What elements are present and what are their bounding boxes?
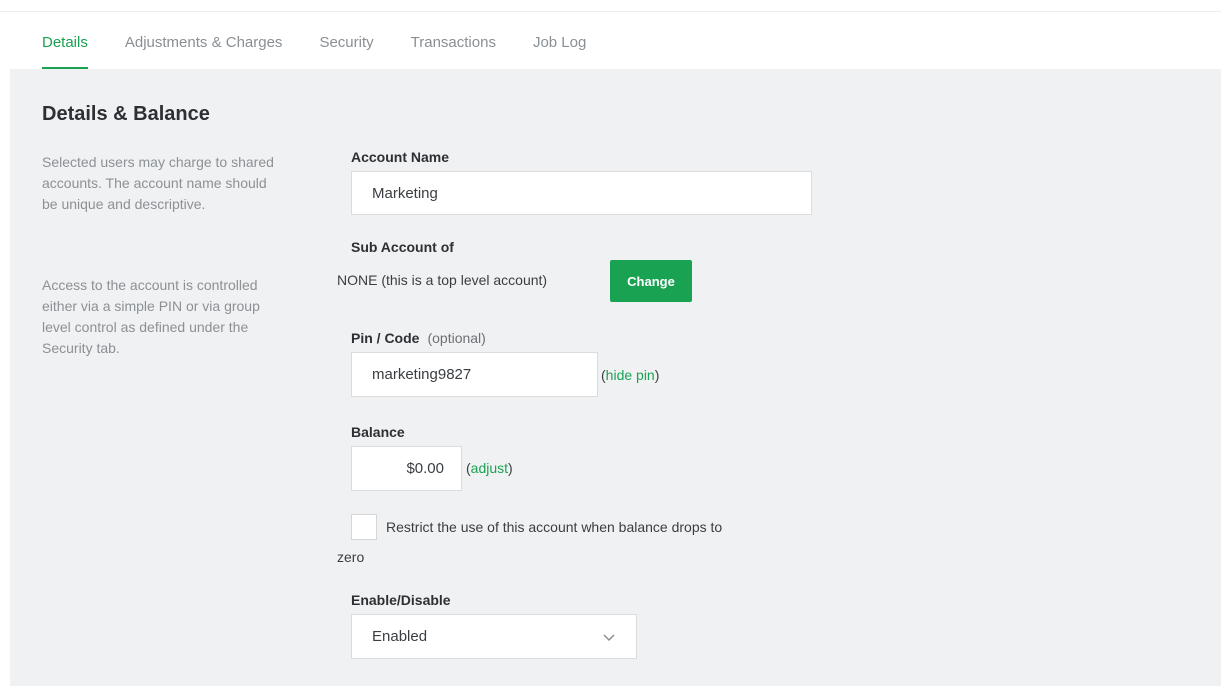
restrict-label: Restrict the use of this account when ba… <box>386 519 723 535</box>
enable-disable-select[interactable]: Enabled <box>351 614 637 659</box>
chevron-down-icon <box>602 632 616 642</box>
enable-disable-label: Enable/Disable <box>351 592 451 608</box>
adjust-wrapper: (adjust) <box>466 460 513 476</box>
sub-account-value: NONE (this is a top level account) <box>337 272 548 288</box>
account-name-label: Account Name <box>351 149 450 165</box>
pin-optional-label: (optional) <box>427 330 486 346</box>
section-description-2: Access to the account is controlled eith… <box>42 277 260 356</box>
pin-value: marketing9827 <box>372 366 472 383</box>
pin-input[interactable]: marketing9827 <box>351 352 598 397</box>
restrict-label-cont: zero <box>337 549 365 565</box>
tab-job-log[interactable]: Job Log <box>533 30 586 70</box>
change-button[interactable]: Change <box>610 260 692 302</box>
section-description-1: Selected users may charge to shared acco… <box>42 154 274 212</box>
account-name-value: Marketing <box>372 184 438 202</box>
adjust-paren-close: ) <box>508 460 513 476</box>
pin-label: Pin / Code (optional) <box>351 330 486 346</box>
top-divider <box>0 11 1221 12</box>
hide-pin-paren-close: ) <box>654 367 660 383</box>
restrict-checkbox[interactable] <box>351 514 377 540</box>
balance-label: Balance <box>351 424 405 440</box>
adjust-link[interactable]: adjust <box>471 460 508 476</box>
account-name-input[interactable]: Marketing <box>351 171 812 215</box>
hide-pin-wrapper: (hide pin) <box>601 367 659 383</box>
tab-security[interactable]: Security <box>319 30 373 70</box>
balance-value: $0.00 <box>406 460 444 477</box>
pin-label-text: Pin / Code <box>351 330 420 346</box>
balance-input[interactable]: $0.00 <box>351 446 462 491</box>
tab-adjustments-charges[interactable]: Adjustments & Charges <box>125 30 283 70</box>
tab-transactions[interactable]: Transactions <box>411 30 496 70</box>
enable-disable-value: Enabled <box>372 628 428 645</box>
tab-details[interactable]: Details <box>42 30 88 70</box>
tab-bar: Details Adjustments & Charges Security T… <box>42 30 623 70</box>
hide-pin-link[interactable]: hide pin <box>606 367 655 383</box>
sub-account-label: Sub Account of <box>351 239 454 255</box>
section-title: Details & Balance <box>42 103 210 125</box>
